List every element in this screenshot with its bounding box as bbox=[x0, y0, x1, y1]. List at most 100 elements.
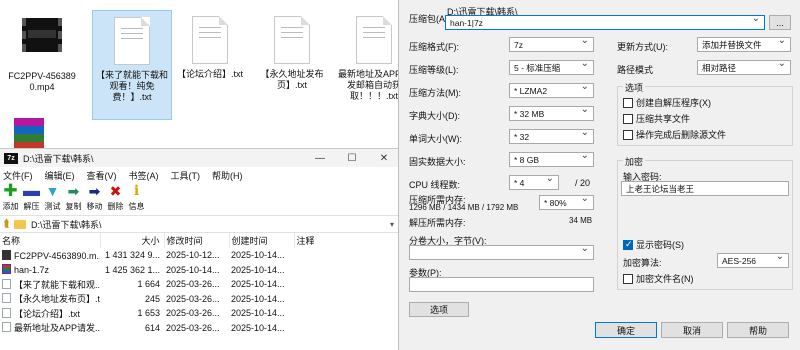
encrypt-names-label: 加密文件名(N) bbox=[636, 274, 694, 284]
method-select[interactable]: * LZMA2 bbox=[509, 83, 594, 98]
up-folder-icon[interactable]: ⮬ bbox=[0, 218, 14, 231]
word-select[interactable]: * 32 bbox=[509, 129, 594, 144]
shared-label: 压缩共享文件 bbox=[636, 114, 691, 124]
menu-bookmarks[interactable]: 书签(A) bbox=[129, 169, 159, 182]
delete-button[interactable]: ✖ 删除 bbox=[105, 183, 126, 215]
col-name[interactable]: 名称 bbox=[0, 233, 101, 248]
menu-view[interactable]: 查看(V) bbox=[87, 169, 117, 182]
info-button[interactable]: i 信息 bbox=[126, 183, 147, 215]
row-modified: 2025-03-26... bbox=[166, 322, 220, 333]
enc-method-label: 加密算法: bbox=[623, 258, 662, 268]
file-name: 【论坛介绍】.txt bbox=[176, 69, 243, 79]
table-row[interactable]: FC2PPV-4563890.m... 1 431 324 9... 2025-10… bbox=[0, 248, 400, 263]
desktop-file-text-1[interactable]: 【来了就能下载和观看！纯免费！】.txt bbox=[92, 10, 172, 120]
file-name: 【永久地址发布页】.txt bbox=[260, 69, 324, 90]
row-size: 1 431 324 9... bbox=[104, 250, 160, 261]
table-row[interactable]: 【论坛介绍】.txt 1 653 2025-03-26... 2025-10-14..… bbox=[0, 306, 400, 321]
delete-x-icon: ✖ bbox=[109, 183, 122, 199]
update-select[interactable]: 添加并替换文件 bbox=[697, 37, 791, 52]
text-file-icon bbox=[2, 307, 11, 318]
delete-after-label: 操作完成后删除源文件 bbox=[636, 130, 727, 140]
dict-select[interactable]: * 32 MB bbox=[509, 106, 594, 121]
minimize-icon[interactable]: — bbox=[304, 153, 336, 164]
col-size[interactable]: 大小 bbox=[100, 233, 165, 248]
folder-icon bbox=[14, 219, 26, 229]
options-button[interactable]: 选项 bbox=[409, 302, 469, 317]
row-name: han-1.7z bbox=[0, 263, 100, 278]
menu-tools[interactable]: 工具(T) bbox=[171, 169, 201, 182]
row-modified: 2025-10-12... bbox=[166, 250, 220, 261]
copy-arrow-icon: ➡ bbox=[67, 183, 80, 199]
dict-label: 字典大小(D): bbox=[409, 111, 460, 121]
mem-percent-select[interactable]: * 80% bbox=[539, 195, 594, 210]
row-name: 【论坛介绍】.txt bbox=[0, 306, 100, 321]
browse-button[interactable]: ... bbox=[769, 15, 791, 30]
row-name-text: 【来了就能下载和观... bbox=[14, 279, 100, 290]
maximize-icon[interactable]: ☐ bbox=[336, 153, 368, 164]
params-input[interactable] bbox=[409, 277, 594, 292]
format-select[interactable]: 7z bbox=[509, 37, 594, 52]
row-created: 2025-10-14... bbox=[231, 308, 285, 319]
table-row[interactable]: 最新地址及APP请发... 614 2025-03-26... 2025-10-14.… bbox=[0, 321, 400, 336]
password-input[interactable]: 上老王论坛当老王 bbox=[621, 181, 789, 196]
table-row[interactable]: 【来了就能下载和观... 1 664 2025-03-26... 2025-10-14… bbox=[0, 277, 400, 292]
row-created: 2025-10-14... bbox=[231, 264, 285, 275]
threads-max: / 20 bbox=[575, 178, 591, 188]
shared-checkbox[interactable]: 压缩共享文件 bbox=[623, 112, 690, 125]
check-arrow-icon: ▼ bbox=[45, 183, 60, 199]
close-icon[interactable]: ✕ bbox=[368, 153, 400, 164]
encrypt-names-checkbox[interactable]: 加密文件名(N) bbox=[623, 272, 694, 285]
file-list: 名称 大小 修改时间 创建时间 注释 FC2PPV-4563890.m... 1 … bbox=[0, 233, 401, 335]
row-comment bbox=[294, 248, 400, 263]
sfx-checkbox[interactable]: 创建自解压程序(X) bbox=[623, 96, 711, 109]
desktop-file-text-2[interactable]: 【论坛介绍】.txt bbox=[170, 10, 250, 120]
copy-button[interactable]: ➡ 复制 bbox=[63, 183, 84, 215]
video-file-icon bbox=[2, 249, 11, 260]
extract-button[interactable]: ▬ 解压 bbox=[21, 182, 42, 215]
split-select[interactable] bbox=[409, 245, 594, 260]
path-mode-label: 路径模式 bbox=[617, 65, 654, 75]
row-name-text: FC2PPV-4563890.m... bbox=[14, 250, 100, 261]
ok-button[interactable]: 确定 bbox=[595, 322, 657, 338]
desktop-file-video[interactable]: FC2PPV-456389 0.mp4 bbox=[2, 10, 82, 120]
row-comment bbox=[294, 292, 400, 307]
col-comment[interactable]: 注释 bbox=[294, 233, 401, 248]
table-row[interactable]: 【永久地址发布页】.t... 245 2025-03-26... 2025-10-14… bbox=[0, 292, 400, 307]
desktop-file-text-3[interactable]: 【永久地址发布页】.txt bbox=[252, 10, 332, 120]
help-button[interactable]: 帮助 bbox=[727, 322, 789, 338]
col-created[interactable]: 创建时间 bbox=[229, 233, 295, 248]
title-bar: 7z D:\迅雷下载\韩系\ — ☐ ✕ bbox=[0, 149, 400, 167]
col-modified[interactable]: 修改时间 bbox=[164, 233, 230, 248]
address-path[interactable]: D:\迅雷下载\韩系\ bbox=[31, 218, 384, 231]
path-mode-select[interactable]: 相对路径 bbox=[697, 60, 791, 75]
row-name-text: 【论坛介绍】.txt bbox=[14, 308, 81, 319]
delete-after-checkbox[interactable]: 操作完成后删除源文件 bbox=[623, 128, 726, 141]
menu-help[interactable]: 帮助(H) bbox=[212, 169, 243, 182]
archive-file-icon[interactable] bbox=[14, 118, 44, 150]
video-file-icon bbox=[22, 18, 62, 68]
menu-file[interactable]: 文件(F) bbox=[3, 169, 33, 182]
mem-comp-value: 1296 MB / 1434 MB / 1792 MB bbox=[409, 203, 519, 212]
7zip-app-icon: 7z bbox=[4, 152, 18, 164]
level-select[interactable]: 5 - 标准压缩 bbox=[509, 60, 594, 75]
move-button[interactable]: ➡ 移动 bbox=[84, 183, 105, 215]
show-password-checkbox[interactable]: 显示密码(S) bbox=[623, 238, 684, 251]
column-headers: 名称 大小 修改时间 创建时间 注释 bbox=[0, 233, 401, 248]
test-button[interactable]: ▼ 测试 bbox=[42, 183, 63, 215]
add-button[interactable]: ✚ 添加 bbox=[0, 182, 21, 215]
mem-decomp-label: 解压所需内存: bbox=[409, 218, 466, 228]
add-to-archive-dialog: 压缩包(A): D:\迅雷下载\韩系\ han-1|7z ... 压缩格式(F)… bbox=[398, 0, 800, 350]
archive-name-input[interactable]: han-1|7z bbox=[445, 15, 765, 30]
solid-select[interactable]: * 8 GB bbox=[509, 152, 594, 167]
delete-label: 删除 bbox=[107, 202, 124, 211]
update-label: 更新方式(U): bbox=[617, 42, 668, 52]
window-title: D:\迅雷下载\韩系\ bbox=[23, 153, 94, 164]
enc-method-select[interactable]: AES-256 bbox=[717, 253, 789, 268]
menu-edit[interactable]: 编辑(E) bbox=[45, 169, 75, 182]
row-name: 最新地址及APP请发... bbox=[0, 321, 100, 336]
table-row[interactable]: han-1.7z 1 425 362 1... 2025-10-14... 2025-… bbox=[0, 263, 400, 278]
threads-select[interactable]: * 4 bbox=[509, 175, 559, 190]
row-size: 1 653 bbox=[137, 308, 160, 319]
cancel-button[interactable]: 取消 bbox=[661, 322, 723, 338]
solid-label: 固实数据大小: bbox=[409, 157, 466, 167]
